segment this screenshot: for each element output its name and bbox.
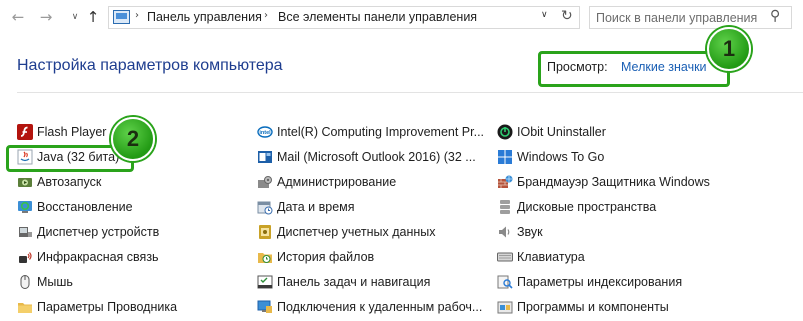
credential-manager-icon [259,225,271,239]
recovery-icon [18,201,32,213]
chevron-down-icon: ∨ [71,12,79,22]
control-panel-icon [113,10,130,24]
back-button[interactable]: ← [9,8,27,26]
search-box[interactable]: ⚲ [589,6,792,29]
item-label: Intel(R) Computing Improvement Pr... [277,125,485,139]
breadcrumb-separator[interactable]: › [135,10,139,21]
file-history-icon [258,253,272,263]
iobit-icon [497,124,513,140]
search-icon[interactable]: ⚲ [770,8,780,24]
search-input[interactable] [596,9,766,26]
flash-icon [17,124,33,140]
item-label: Дата и время [277,200,355,214]
item-label: Автозапуск [37,175,102,189]
programs-features-icon [497,301,513,314]
mail-icon [258,151,272,163]
item-label: IObit Uninstaller [517,125,606,139]
keyboard-icon [497,252,513,262]
breadcrumb-control-panel[interactable]: Панель управления [147,10,262,24]
autoplay-icon [18,178,32,187]
item-label: История файлов [277,250,375,264]
windows-to-go-icon [498,150,512,164]
breadcrumb-separator[interactable]: › [264,10,268,21]
item-label: Параметры индексирования [517,275,683,289]
refresh-icon[interactable]: ↻ [561,8,573,24]
forward-button[interactable]: → [37,8,55,26]
item-label: Flash Player (3 [37,125,122,139]
item-label: Параметры Проводника [37,300,178,314]
item-label: Дисковые пространства [517,200,657,214]
up-button[interactable]: ↑ [84,8,102,26]
item-label: Панель задач и навигация [277,275,431,289]
folder-options-icon [18,303,32,313]
remote-desktop-icon [257,300,272,313]
item-label: Брандмауэр Защитника Windows [517,175,710,189]
item-label: Администрирование [277,175,397,189]
highlight-view-mode [538,51,730,87]
item-label: Диспетчер учетных данных [277,225,436,239]
intel-icon: intel [257,126,273,138]
item-label: Инфракрасная связь [37,250,159,264]
svg-text:intel: intel [259,130,271,136]
page-title: Настройка параметров компьютера [17,57,283,74]
taskbar-icon [257,275,273,289]
item-label: Подключения к удаленным рабоч... [277,300,483,314]
recent-locations-button[interactable]: ∨ [66,8,84,26]
path-box[interactable]: › Панель управления › Все элементы панел… [108,6,580,29]
item-label: Восстановление [37,200,133,214]
admin-tools-icon [258,176,272,188]
firewall-icon [498,175,513,188]
item-label: Клавиатура [517,250,585,264]
sound-icon [499,226,510,238]
item-label: Программы и компоненты [517,300,669,314]
callout-badge-2: 2 [111,117,155,161]
item-label: Мышь [37,275,73,289]
divider [17,92,803,93]
mouse-icon [20,275,30,289]
arrow-left-icon: ← [11,8,25,26]
infrared-icon [19,252,32,263]
callout-badge-1: 1 [707,27,751,71]
device-manager-icon [19,227,32,237]
address-bar: ← → ∨ ↑ › Панель управления › Все элемен… [0,0,803,36]
path-dropdown-icon[interactable]: ∨ [541,10,548,20]
arrow-right-icon: → [39,8,53,26]
breadcrumb-all-items[interactable]: Все элементы панели управления [278,10,477,24]
item-label: Звук [517,225,543,239]
item-label: Диспетчер устройств [37,225,160,239]
item-label: Mail (Microsoft Outlook 2016) (32 ... [277,150,476,164]
arrow-up-icon: ↑ [86,8,100,26]
date-time-icon [257,201,273,215]
storage-spaces-icon [500,200,510,214]
indexing-icon [497,275,513,289]
item-label: Windows To Go [517,150,605,164]
